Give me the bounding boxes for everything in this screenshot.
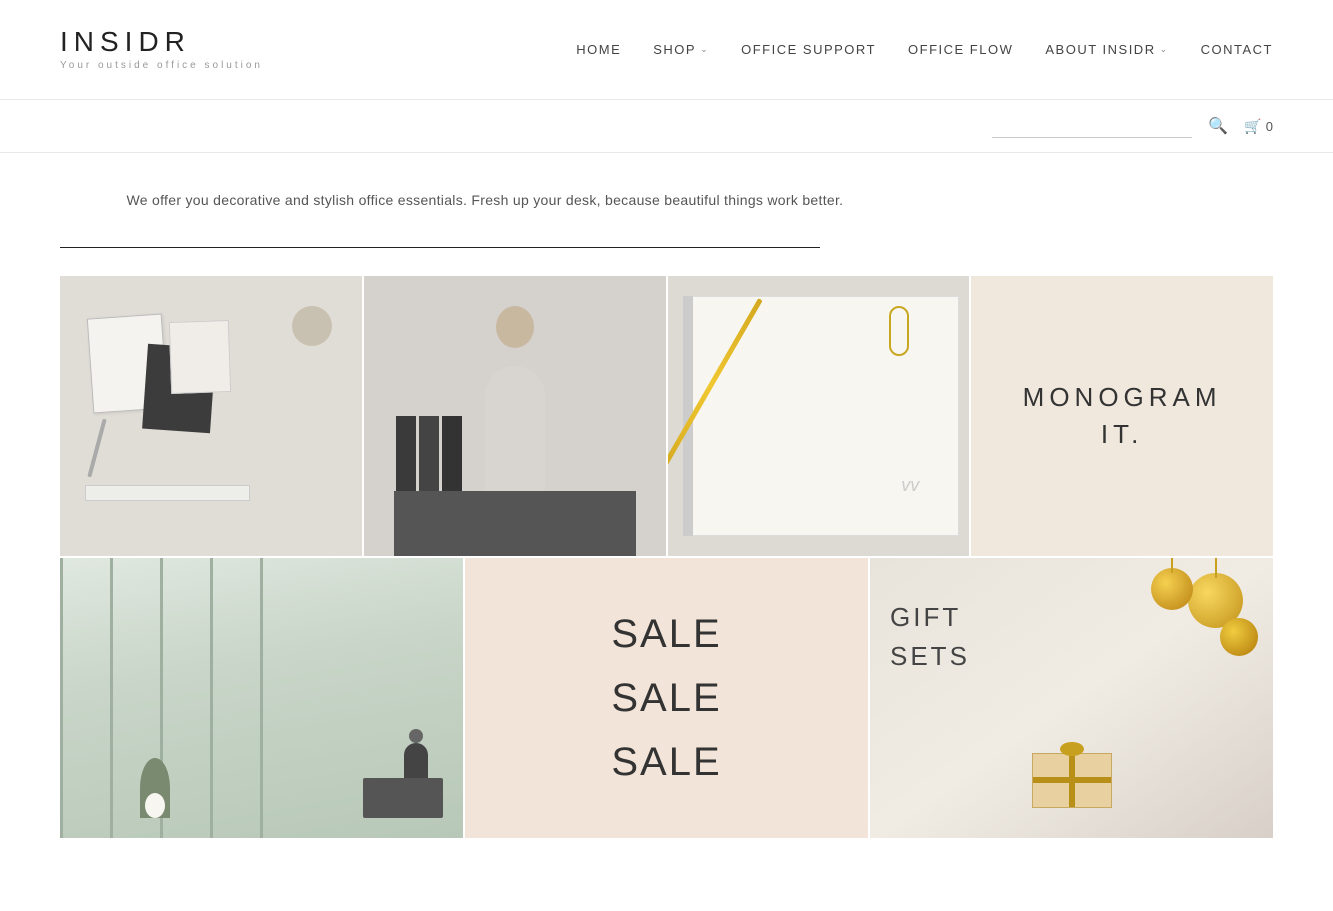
office-supplies-image — [60, 276, 362, 556]
nav-home[interactable]: HOME — [576, 42, 621, 57]
nav-about-insidr[interactable]: ABOUT INSIDR ⌄ — [1045, 42, 1168, 57]
nav-contact[interactable]: CONTACT — [1201, 42, 1273, 57]
nav-shop[interactable]: SHOP ⌄ — [653, 42, 709, 57]
hero-text-area: We offer you decorative and stylish offi… — [67, 153, 1267, 229]
grid-cell-monogram[interactable]: MONOGRAM IT. — [971, 276, 1273, 556]
grid-cell-sale[interactable]: SALE SALE SALE — [465, 558, 868, 838]
grid-cell-notebook-pen[interactable]: vv — [668, 276, 970, 556]
main-nav: HOME SHOP ⌄ OFFICE SUPPORT OFFICE FLOW A… — [576, 42, 1273, 57]
search-icon: 🔍 — [1208, 118, 1228, 135]
woman-binders-image — [364, 276, 666, 556]
notebook-pen-image: vv — [668, 276, 970, 556]
hero-description: We offer you decorative and stylish offi… — [127, 189, 1207, 213]
cart-count: 0 — [1266, 119, 1273, 134]
nav-office-support[interactable]: OFFICE SUPPORT — [741, 42, 876, 57]
cart-button[interactable]: 🛒 0 — [1244, 118, 1273, 135]
sale-label: SALE SALE SALE — [611, 602, 721, 794]
nav-office-flow[interactable]: OFFICE FLOW — [908, 42, 1013, 57]
logo-text[interactable]: INSIDR — [60, 28, 263, 56]
search-input[interactable] — [992, 114, 1192, 138]
grid-cell-woman-binders[interactable] — [364, 276, 666, 556]
search-bar-area: 🔍 🛒 0 — [0, 100, 1333, 153]
cart-icon: 🛒 — [1244, 118, 1261, 135]
monogram-label: MONOGRAM IT. — [1023, 379, 1222, 452]
grid-cell-office-interior[interactable] — [60, 558, 463, 838]
search-button[interactable]: 🔍 — [1208, 116, 1228, 136]
chevron-down-icon: ⌄ — [700, 44, 709, 55]
image-grid-row1: vv MONOGRAM IT. — [0, 276, 1333, 556]
gift-sets-image: GIFTSETS — [870, 558, 1273, 838]
grid-cell-office-supplies[interactable] — [60, 276, 362, 556]
site-header: INSIDR Your outside office solution HOME… — [0, 0, 1333, 100]
image-grid-row2: SALE SALE SALE GIFTSETS — [0, 556, 1333, 838]
office-interior-image — [60, 558, 463, 838]
logo-tagline: Your outside office solution — [60, 60, 263, 71]
section-divider — [60, 247, 820, 248]
logo-area[interactable]: INSIDR Your outside office solution — [60, 28, 263, 71]
chevron-down-icon: ⌄ — [1160, 44, 1169, 55]
grid-cell-gift-sets[interactable]: GIFTSETS — [870, 558, 1273, 838]
